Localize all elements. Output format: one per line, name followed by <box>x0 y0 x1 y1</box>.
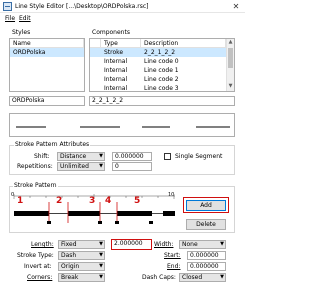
component-description: 2_2_1_2_2 <box>144 49 176 56</box>
chevron-down-icon: ▼ <box>220 241 224 247</box>
shift-amount-field[interactable]: 0.000000 <box>112 152 152 161</box>
chevron-down-icon: ▼ <box>99 263 103 269</box>
chevron-down-icon: ▼ <box>99 274 103 280</box>
menu-bar <box>0 13 245 24</box>
chevron-down-icon: ▼ <box>99 163 103 169</box>
invert-select[interactable]: Origin ▼ <box>58 262 105 271</box>
scroll-up-icon[interactable]: ▲ <box>227 39 234 46</box>
component-type[interactable]: Internal <box>101 75 141 84</box>
length-label: Length: <box>31 241 54 248</box>
segment-marker-4: 4 <box>105 196 112 206</box>
shift-label: Shift: <box>34 153 50 160</box>
component-description[interactable]: Line code 1 <box>141 66 226 75</box>
dash-caps-value: Closed <box>182 274 203 281</box>
width-label: Width: <box>154 241 174 248</box>
components-label: Components <box>92 29 130 36</box>
menu-edit[interactable]: Edit <box>19 15 31 22</box>
length-value: Fixed <box>61 241 77 248</box>
width-value: None <box>182 241 198 248</box>
segment-marker-1: 1 <box>17 196 24 206</box>
end-field[interactable]: 0.000000 <box>187 262 226 271</box>
component-description[interactable]: Line code 2 <box>141 75 226 84</box>
dash-caps-label: Dash Caps: <box>142 274 176 281</box>
chevron-down-icon: ▼ <box>220 274 224 280</box>
component-description[interactable]: Line code 0 <box>141 57 226 66</box>
shift-value: Distance <box>60 153 87 160</box>
length-select[interactable]: Fixed ▼ <box>58 240 105 249</box>
styles-column-header[interactable]: Name <box>10 39 84 48</box>
description-column-header[interactable]: Description <box>141 39 226 48</box>
segment-marker-3: 3 <box>89 196 96 206</box>
dash-caps-select[interactable]: Closed ▼ <box>179 273 226 282</box>
components-scrollbar[interactable]: ▲ ▼ <box>226 39 234 91</box>
segment-marker-2: 2 <box>56 196 63 206</box>
delete-button[interactable]: Delete <box>186 219 226 230</box>
shift-select[interactable]: Distance ▼ <box>57 152 105 161</box>
start-field[interactable]: 0.000000 <box>187 251 226 260</box>
styles-label: Styles <box>12 29 31 36</box>
chevron-down-icon: ▼ <box>99 153 103 159</box>
preview-line <box>16 126 230 128</box>
repetitions-label: Repetitions: <box>17 163 53 170</box>
add-button[interactable]: Add <box>186 200 226 211</box>
component-description[interactable]: Line code 3 <box>141 84 226 93</box>
segment-marker-5: 5 <box>134 196 141 206</box>
style-name-field[interactable]: ORDPolska <box>9 96 85 106</box>
menu-file[interactable]: File <box>5 15 15 22</box>
app-icon <box>3 2 12 11</box>
line-style-preview <box>9 113 235 137</box>
stroke-pattern-label: Stroke Pattern <box>13 182 58 189</box>
length-amount-field[interactable]: 2.000000 <box>111 239 152 250</box>
component-type: Stroke <box>104 49 124 56</box>
window-title: Line Style Editor [...\Desktop\ORDPolska… <box>15 3 149 10</box>
scroll-thumb[interactable] <box>228 48 233 68</box>
repetitions-select[interactable]: Unlimited ▼ <box>57 162 105 171</box>
components-list[interactable]: Type Description Stroke 2_2_1_2_2 Intern… <box>89 38 235 92</box>
stroke-type-select[interactable]: Dash ▼ <box>58 251 105 260</box>
repetitions-value: Unlimited <box>60 163 89 170</box>
component-type[interactable]: Internal <box>101 66 141 75</box>
component-type[interactable]: Internal <box>101 84 141 93</box>
style-item[interactable]: ORDPolska <box>10 48 84 57</box>
end-label: End: <box>167 263 181 270</box>
chevron-down-icon: ▼ <box>99 252 103 258</box>
invert-label: Invert at: <box>24 263 52 270</box>
close-icon[interactable]: ✕ <box>229 1 243 12</box>
styles-list[interactable]: Name ORDPolska <box>9 38 85 92</box>
single-segment-checkbox[interactable] <box>164 153 171 160</box>
component-type[interactable]: Internal <box>101 57 141 66</box>
repetitions-amount-field[interactable]: 0 <box>112 162 152 171</box>
component-description-field[interactable]: 2_2_1_2_2 <box>89 96 235 106</box>
components-corner-header <box>90 39 101 48</box>
corners-select[interactable]: Break ▼ <box>58 273 105 282</box>
corners-label: Corners: <box>27 274 53 281</box>
type-column-header[interactable]: Type <box>101 39 141 48</box>
chevron-down-icon: ▼ <box>99 241 103 247</box>
scroll-down-icon[interactable]: ▼ <box>227 83 234 90</box>
stroke-pattern-attributes-label: Stroke Pattern Attributes <box>14 141 91 148</box>
corners-value: Break <box>61 274 79 281</box>
invert-value: Origin <box>61 263 80 270</box>
start-label: Start: <box>164 252 181 259</box>
width-select[interactable]: None ▼ <box>179 240 226 249</box>
stroke-type-value: Dash <box>61 252 77 259</box>
stroke-type-label: Stroke Type: <box>17 252 54 259</box>
single-segment-label: Single Segment <box>175 153 223 160</box>
